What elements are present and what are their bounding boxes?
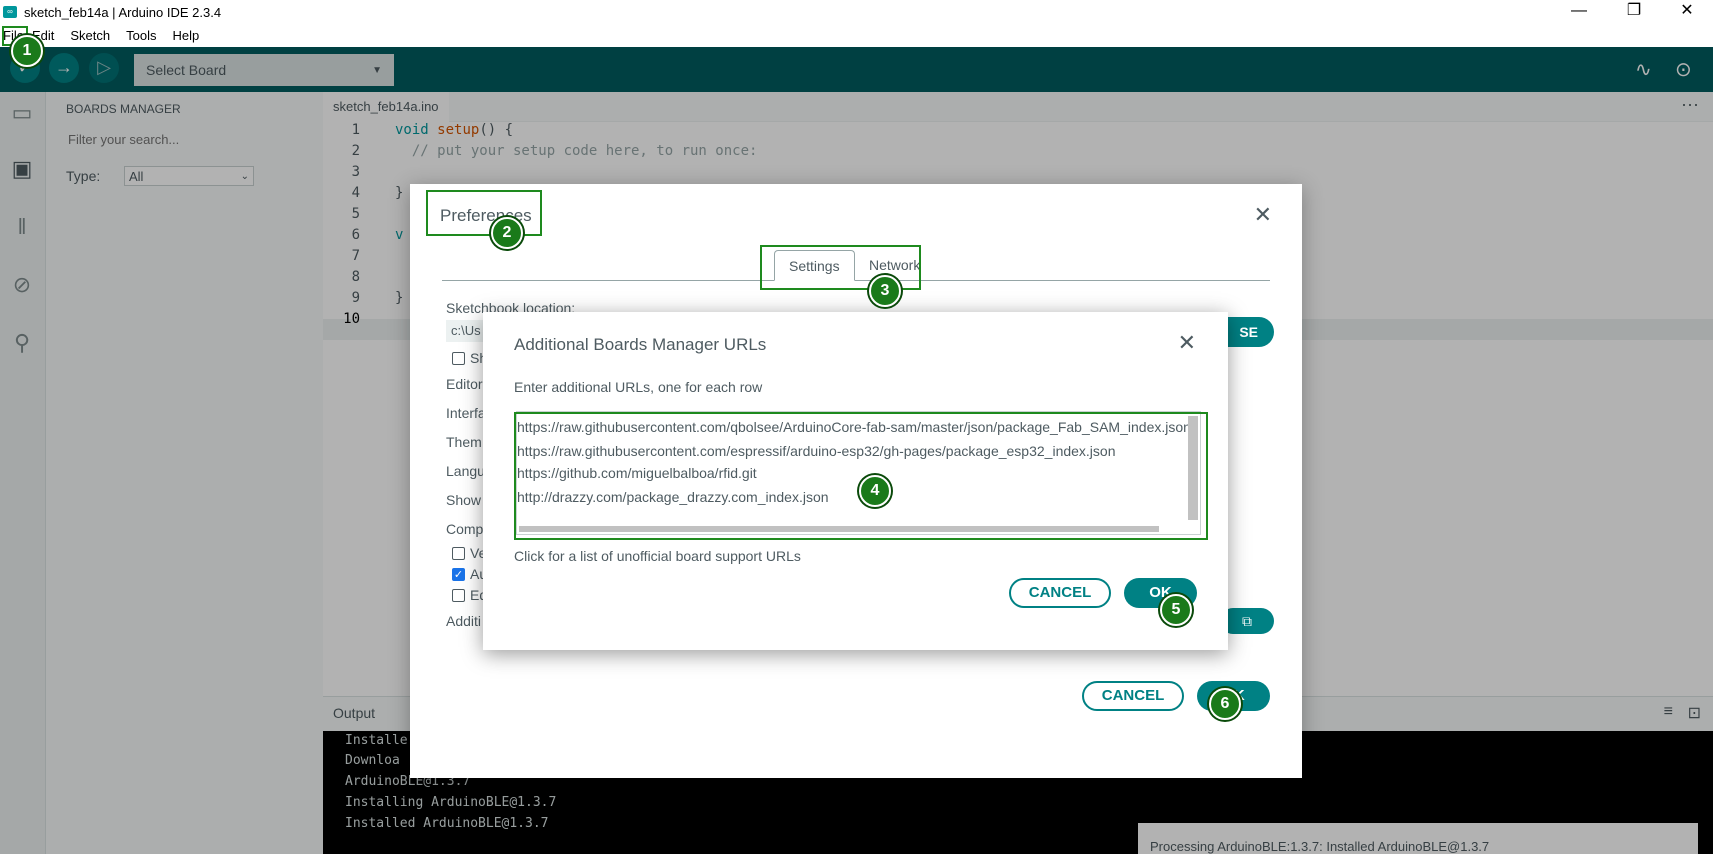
compiler-warnings-label: Comp	[446, 521, 484, 537]
highlight-preferences-title	[426, 190, 542, 236]
interface-scale-label: Interfa	[446, 405, 486, 421]
step-marker: 2	[491, 217, 523, 249]
show-verbose-label: Show	[446, 492, 482, 508]
unofficial-urls-link[interactable]: Click for a list of unofficial board sup…	[514, 548, 801, 564]
editor-quick-suggestions-checkbox[interactable]	[452, 589, 465, 602]
close-icon[interactable]: ✕	[1178, 330, 1196, 356]
preferences-cancel-button[interactable]: CANCEL	[1082, 681, 1184, 711]
tab-settings[interactable]: Settings	[774, 250, 855, 281]
menu-sketch[interactable]: Sketch	[62, 28, 118, 43]
step-marker: 3	[869, 275, 901, 307]
arduino-logo-icon: ∞	[3, 6, 17, 18]
title-bar: ∞ sketch_feb14a | Arduino IDE 2.3.4 — ❐ …	[0, 0, 1713, 24]
menu-help[interactable]: Help	[164, 28, 207, 43]
step-marker: 5	[1160, 594, 1192, 626]
menu-bar: File Edit Sketch Tools Help	[0, 24, 1713, 47]
urls-dialog-title: Additional Boards Manager URLs	[514, 335, 767, 354]
theme-label: Them	[446, 434, 482, 450]
step-marker: 1	[11, 35, 43, 67]
menu-tools[interactable]: Tools	[118, 28, 164, 43]
close-icon[interactable]: ✕	[1254, 202, 1272, 228]
open-urls-button[interactable]: ⧉	[1220, 608, 1274, 634]
maximize-button[interactable]: ❐	[1611, 0, 1657, 24]
additional-urls-label: Additi	[446, 613, 482, 629]
verify-code-checkbox[interactable]	[452, 547, 465, 560]
close-window-button[interactable]: ✕	[1664, 0, 1710, 24]
editor-font-label: Editor	[446, 376, 483, 392]
auto-save-checkbox[interactable]: ✓	[452, 568, 465, 581]
show-files-checkbox[interactable]	[452, 352, 465, 365]
minimize-button[interactable]: —	[1556, 0, 1602, 24]
highlight-urls-box	[514, 412, 1208, 540]
urls-instructions: Enter additional URLs, one for each row	[514, 379, 763, 395]
urls-cancel-button[interactable]: CANCEL	[1009, 578, 1111, 608]
window-title: sketch_feb14a | Arduino IDE 2.3.4	[24, 4, 222, 20]
step-marker: 6	[1209, 688, 1241, 720]
step-marker: 4	[859, 475, 891, 507]
language-label: Langu	[446, 463, 485, 479]
window-icon: ⧉	[1242, 613, 1252, 629]
